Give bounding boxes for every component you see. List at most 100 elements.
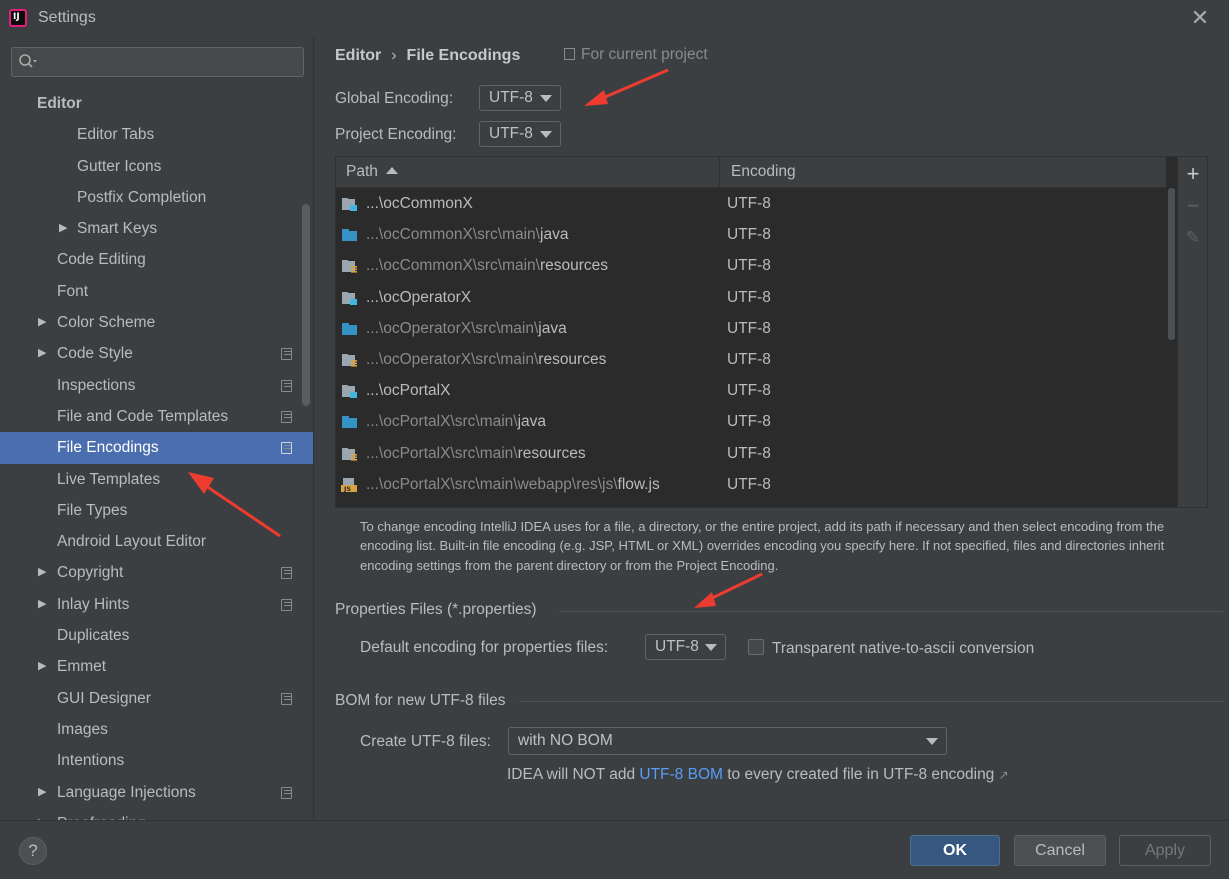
sidebar-item-smart-keys[interactable]: ▶ Smart Keys [0,213,313,244]
sidebar-item-label: Emmet [57,658,107,676]
transparent-conversion-label[interactable]: Transparent native-to-ascii conversion [772,640,1034,658]
sidebar-item-label: Copyright [57,564,124,582]
sidebar-item-label: Inspections [57,376,136,394]
expand-arrow-icon[interactable]: ▶ [38,651,46,682]
expand-arrow-icon[interactable]: ▶ [38,557,46,588]
expand-arrow-icon[interactable]: ▶ [38,307,46,338]
sidebar-item-postfix-completion[interactable]: Postfix Completion [0,182,313,213]
sidebar-item-label: Color Scheme [57,314,156,332]
sidebar-item-inlay-hints[interactable]: ▶ Inlay Hints [0,589,313,620]
table-row[interactable]: ...\ocCommonX UTF-8 [336,188,1166,219]
column-header-encoding[interactable]: Encoding [731,163,796,181]
table-row[interactable]: ...\ocPortalX\src\main\resources UTF-8 [336,438,1166,469]
transparent-conversion-checkbox[interactable] [748,639,764,655]
sidebar-item-gutter-icons[interactable]: Gutter Icons [0,151,313,182]
ok-button[interactable]: OK [910,835,1000,866]
cancel-button[interactable]: Cancel [1014,835,1106,866]
remove-icon[interactable]: − [1184,195,1202,217]
project-scope-icon [564,48,575,60]
encoding-cell[interactable]: UTF-8 [727,282,771,313]
table-row[interactable]: JS ...\ocPortalX\src\main\webapp\res\js\f… [336,469,1166,500]
properties-encoding-value: UTF-8 [655,638,699,655]
project-encoding-select[interactable]: UTF-8 [479,121,561,147]
sidebar-item-label: GUI Designer [57,689,151,707]
expand-arrow-icon[interactable]: ▶ [38,808,46,820]
sidebar-item-intentions[interactable]: Intentions [0,745,313,776]
sidebar-item-copyright[interactable]: ▶ Copyright [0,557,313,588]
sidebar-item-font[interactable]: Font [0,276,313,307]
global-encoding-select[interactable]: UTF-8 [479,85,561,111]
path-name: java [538,319,567,337]
sidebar-item-gui-designer[interactable]: GUI Designer [0,683,313,714]
sidebar-item-code-style[interactable]: ▶ Code Style [0,338,313,369]
sidebar-item-color-scheme[interactable]: ▶ Color Scheme [0,307,313,338]
table-row[interactable]: ...\ocOperatorX\src\main\java UTF-8 [336,313,1166,344]
bom-select[interactable]: with NO BOM [508,727,947,755]
external-link-icon[interactable]: ↗ [999,768,1009,782]
expand-arrow-icon[interactable]: ▶ [59,213,67,244]
encoding-cell[interactable]: UTF-8 [727,188,771,219]
encoding-cell[interactable]: UTF-8 [727,469,771,500]
resources-folder-icon [342,260,357,273]
sidebar-item-language-injections[interactable]: ▶ Language Injections [0,777,313,808]
sidebar-item-proofreading[interactable]: ▶ Proofreading [0,808,313,820]
sidebar-item-android-layout-editor[interactable]: Android Layout Editor [0,526,313,557]
sidebar-item-file-encodings[interactable]: File Encodings [0,432,313,464]
sidebar-item-file-types[interactable]: File Types [0,495,313,526]
global-encoding-value: UTF-8 [489,89,533,106]
table-row[interactable]: ...\ocCommonX\src\main\resources UTF-8 [336,250,1166,281]
add-icon[interactable]: + [1184,163,1202,185]
sidebar-item-label: Images [57,720,108,738]
expand-arrow-icon[interactable]: ▶ [38,338,46,369]
sort-ascending-icon [385,167,398,174]
path-name: resources [540,257,609,275]
encoding-cell[interactable]: UTF-8 [727,250,771,281]
table-scrollbar-thumb[interactable] [1168,188,1175,340]
column-header-path[interactable]: Path [346,163,398,181]
search-input[interactable] [11,47,304,77]
table-toolbar: + − ✎ [1178,156,1208,508]
close-icon[interactable]: ✕ [1188,6,1212,30]
sidebar-item-code-editing[interactable]: Code Editing [0,244,313,275]
sidebar-item-duplicates[interactable]: Duplicates [0,620,313,651]
table-scrollbar[interactable] [1166,188,1177,507]
utf8-bom-link[interactable]: UTF-8 BOM [639,766,723,783]
encoding-cell[interactable]: UTF-8 [727,406,771,437]
encoding-cell[interactable]: UTF-8 [727,438,771,469]
path-name: resources [517,444,586,462]
edit-icon[interactable]: ✎ [1184,229,1202,247]
encoding-cell[interactable]: UTF-8 [727,313,771,344]
sidebar-item-editor-tabs[interactable]: Editor Tabs [0,119,313,150]
encoding-cell[interactable]: UTF-8 [727,375,771,406]
sidebar-item-inspections[interactable]: Inspections [0,370,313,401]
scope-indicator: For current project [564,46,708,64]
table-row[interactable]: ...\ocOperatorX\src\main\resources UTF-8 [336,344,1166,375]
table-row[interactable]: ...\ocPortalX\src\main\java UTF-8 [336,406,1166,437]
encoding-cell[interactable]: UTF-8 [727,219,771,250]
sidebar-item-file-and-code-templates[interactable]: File and Code Templates [0,401,313,432]
chevron-down-icon [926,738,938,745]
sidebar-item-emmet[interactable]: ▶ Emmet [0,651,313,682]
sidebar-item-live-templates[interactable]: Live Templates [0,464,313,495]
column-divider[interactable] [719,157,720,188]
encoding-cell[interactable]: UTF-8 [727,344,771,375]
sidebar-item-label: File and Code Templates [57,407,229,425]
module-icon [342,291,357,305]
path-name: java [517,413,547,431]
sidebar-item-images[interactable]: Images [0,714,313,745]
table-row[interactable]: ...\ocPortalX UTF-8 [336,375,1166,406]
expand-arrow-icon[interactable]: ▶ [38,777,46,808]
sidebar-item-editor[interactable]: Editor [0,88,313,119]
path-prefix: ...\ocPortalX\src\main\ [366,413,518,431]
sidebar-item-label: File Encodings [57,439,159,457]
apply-button[interactable]: Apply [1119,835,1211,866]
sidebar-item-label: Code Style [57,345,133,363]
expand-arrow-icon[interactable]: ▶ [38,589,46,620]
sidebar-scrollbar[interactable] [302,204,310,406]
table-row[interactable]: ...\ocCommonX\src\main\java UTF-8 [336,219,1166,250]
properties-encoding-select[interactable]: UTF-8 [645,634,726,660]
app-icon-text: IJ [13,12,20,22]
table-row[interactable]: ...\ocOperatorX UTF-8 [336,282,1166,313]
help-button[interactable]: ? [19,837,47,865]
help-text: To change encoding IntelliJ IDEA uses fo… [360,519,1165,573]
